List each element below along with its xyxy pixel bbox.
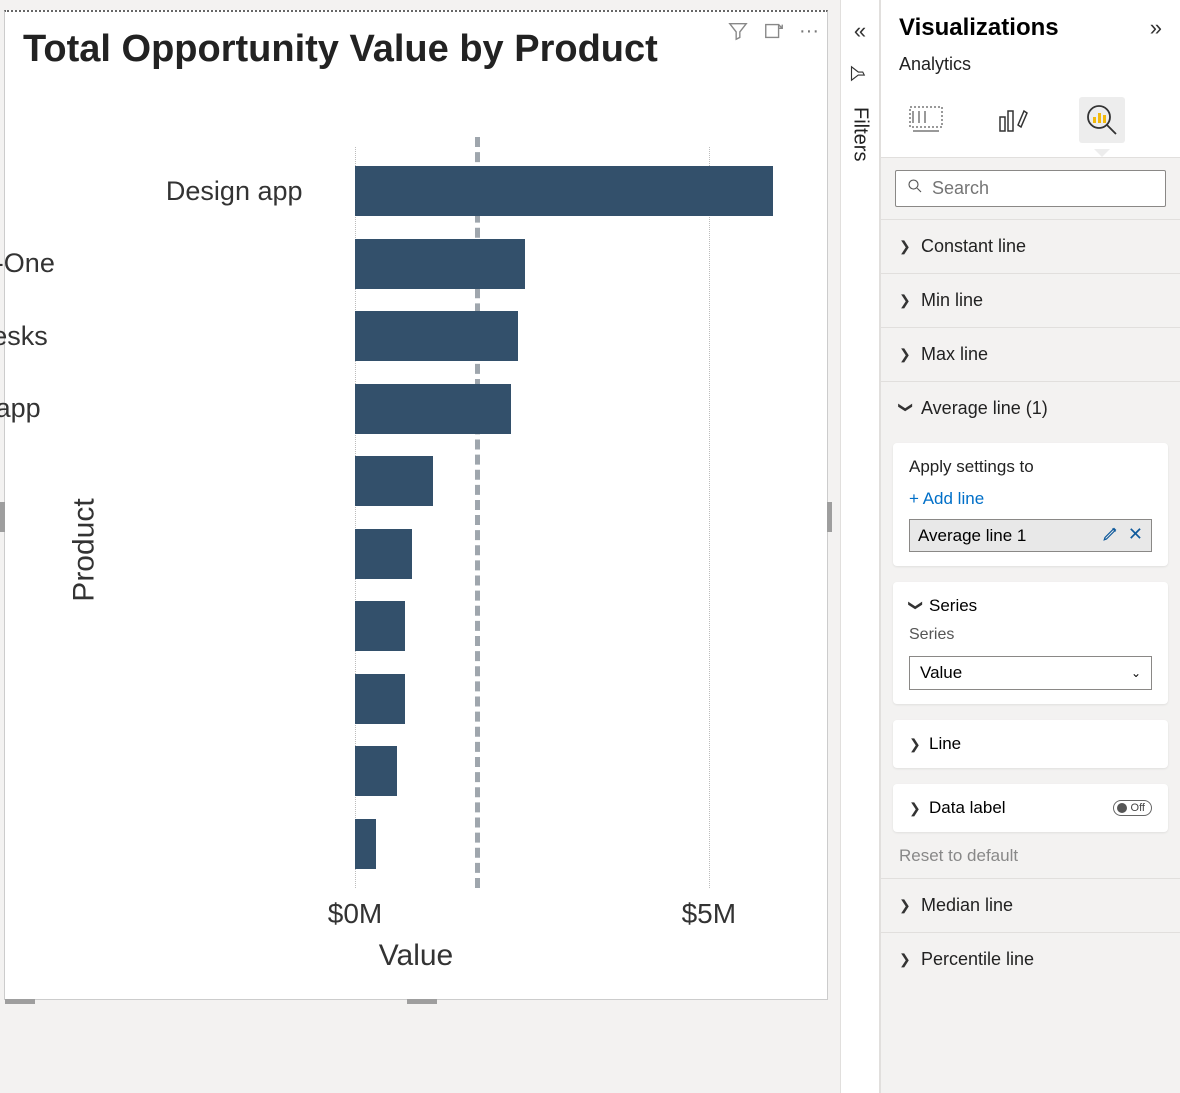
bar[interactable]	[355, 311, 518, 361]
resize-handle-left[interactable]	[0, 502, 5, 532]
section-min-line[interactable]: ❯Min line	[881, 273, 1180, 327]
bar[interactable]	[355, 384, 511, 434]
chevron-right-icon: ❯	[909, 800, 923, 817]
chip-label: Average line 1	[918, 526, 1026, 546]
card-label: Line	[929, 734, 961, 754]
section-constant-line[interactable]: ❯Constant line	[881, 219, 1180, 273]
bar-row: Webcams	[355, 819, 376, 869]
tab-format-visual[interactable]	[991, 97, 1037, 143]
chevron-right-icon: ❯	[899, 346, 913, 363]
category-label: All-in-One	[0, 248, 55, 279]
filters-icon	[849, 65, 872, 83]
search-input[interactable]	[932, 178, 1164, 199]
section-max-line[interactable]: ❯Max line	[881, 327, 1180, 381]
resize-handle-bottom[interactable]	[407, 999, 437, 1004]
resize-handle-right[interactable]	[827, 502, 832, 532]
chart-body: Product $0M $5M Design app All-in-One Stand-…	[25, 130, 807, 969]
series-card: ❯ Series Series Value ⌄	[893, 582, 1168, 704]
chevron-down-icon: ❯	[908, 599, 925, 613]
bar[interactable]	[355, 239, 525, 289]
chevron-right-icon: ❯	[899, 238, 913, 255]
bar-row: Stand-up Desks	[355, 311, 518, 361]
chevron-right-icon: ❯	[899, 951, 913, 968]
x-axis-title: Value	[379, 939, 454, 973]
chevron-right-icon: ❯	[909, 736, 923, 753]
data-label-card[interactable]: ❯ Data label Off	[893, 784, 1168, 832]
apply-settings-card: Apply settings to + Add line Average lin…	[893, 443, 1168, 566]
filters-collapsed-pane: « Filters	[840, 0, 880, 1093]
bar-row: Laser Printers	[355, 674, 405, 724]
search-box[interactable]	[895, 170, 1166, 207]
bar-row: All-in-One	[355, 239, 525, 289]
more-options-icon[interactable]: ···	[799, 20, 819, 48]
add-line-button[interactable]: + Add line	[909, 489, 1152, 509]
visual-header: ···	[727, 20, 819, 48]
bar-row: Mobile app	[355, 384, 511, 434]
delete-icon[interactable]: ✕	[1128, 524, 1143, 547]
pane-subtitle: Analytics	[881, 48, 1180, 89]
data-label-toggle[interactable]: Off	[1113, 800, 1152, 816]
bar-row: Scanners	[355, 529, 412, 579]
resize-handle-bottom-left[interactable]	[5, 999, 35, 1004]
bar[interactable]	[355, 746, 397, 796]
search-row	[881, 158, 1180, 219]
bar[interactable]	[355, 166, 773, 216]
chart-visual[interactable]: ··· Total Opportunity Value by Product P…	[4, 10, 828, 1000]
section-average-line[interactable]: ❯Average line (1)	[881, 381, 1180, 435]
card-label: Apply settings to	[909, 457, 1152, 477]
line-card[interactable]: ❯ Line	[893, 720, 1168, 768]
average-line-chip[interactable]: Average line 1 ✕	[909, 519, 1152, 552]
bar[interactable]	[355, 819, 376, 869]
card-label: Data label	[929, 798, 1006, 818]
x-tick-label: $5M	[682, 898, 736, 930]
section-percentile-line[interactable]: ❯Percentile line	[881, 932, 1180, 986]
edit-icon[interactable]	[1102, 524, 1120, 547]
bar[interactable]	[355, 529, 412, 579]
tab-analytics[interactable]	[1079, 97, 1125, 143]
x-tick-label: $0M	[328, 898, 382, 930]
bar-row: Ergonomic Seating	[355, 601, 405, 651]
bar[interactable]	[355, 456, 433, 506]
collapse-pane-icon[interactable]: »	[1150, 15, 1162, 41]
series-select[interactable]: Value ⌄	[909, 656, 1152, 690]
pane-header: Visualizations »	[881, 0, 1180, 48]
chevron-right-icon: ❯	[899, 292, 913, 309]
pane-tabs	[881, 89, 1180, 158]
plot-area: $0M$5MDesign appAll-in-OneStand-up Desks…	[355, 155, 815, 880]
report-canvas: ··· Total Opportunity Value by Product P…	[0, 0, 840, 1093]
search-icon	[906, 177, 924, 200]
category-label: Stand-up Desks	[0, 321, 48, 352]
tab-build-visual[interactable]	[903, 97, 949, 143]
bar-row: Tablets	[355, 456, 433, 506]
chart-title: Total Opportunity Value by Product	[5, 12, 827, 71]
chevron-right-icon: ❯	[899, 897, 913, 914]
filters-label[interactable]: Filters	[849, 107, 872, 161]
category-label: Mobile app	[0, 393, 41, 424]
focus-mode-icon[interactable]	[763, 20, 785, 48]
bar[interactable]	[355, 601, 405, 651]
chevron-down-icon: ❯	[898, 402, 915, 416]
filter-icon[interactable]	[727, 20, 749, 48]
reset-to-default[interactable]: Reset to default	[881, 840, 1180, 878]
bar[interactable]	[355, 674, 405, 724]
bar-row: Desktops	[355, 746, 397, 796]
visualizations-pane: Visualizations » Analytics ❯Constant lin…	[880, 0, 1180, 1093]
card-header: Series	[929, 596, 977, 616]
section-median-line[interactable]: ❯Median line	[881, 878, 1180, 932]
y-axis-title: Product	[68, 498, 102, 601]
chevron-down-icon: ⌄	[1131, 666, 1141, 680]
category-label: Design app	[166, 176, 303, 207]
expand-filters-icon[interactable]: «	[854, 18, 866, 44]
bar-row: Design app	[355, 166, 773, 216]
pane-title: Visualizations	[899, 14, 1059, 42]
gridline	[709, 147, 710, 888]
select-value: Value	[920, 663, 962, 683]
series-label: Series	[909, 626, 1152, 644]
